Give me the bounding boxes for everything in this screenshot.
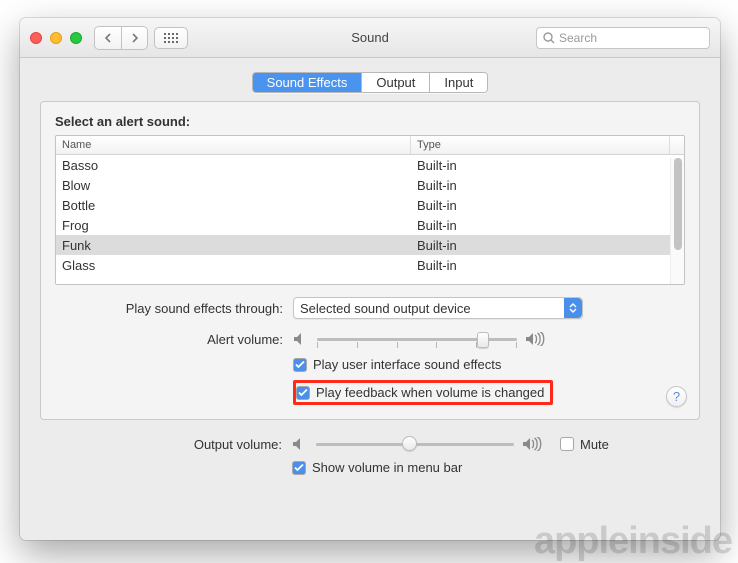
ui-sounds-row: Play user interface sound effects	[55, 357, 685, 372]
alert-volume-label: Alert volume:	[55, 332, 293, 347]
cell-type: Built-in	[411, 218, 684, 233]
mute-label: Mute	[580, 437, 609, 452]
speaker-high-icon	[525, 332, 545, 346]
scrollbar[interactable]	[670, 158, 684, 284]
output-volume-slider[interactable]	[316, 434, 514, 454]
scrollbar-thumb[interactable]	[674, 158, 682, 250]
cell-name: Bottle	[56, 198, 411, 213]
alert-sound-table[interactable]: Name Type BassoBuilt-inBlowBuilt-inBottl…	[55, 135, 685, 285]
content-area: Sound Effects Output Input Select an ale…	[20, 58, 720, 487]
cell-name: Glass	[56, 258, 411, 273]
volume-feedback-label: Play feedback when volume is changed	[316, 385, 544, 400]
close-window-button[interactable]	[30, 32, 42, 44]
check-icon	[294, 463, 304, 472]
play-through-label: Play sound effects through:	[55, 301, 293, 316]
sound-preferences-window: Sound Search Sound Effects Output Input …	[20, 18, 720, 540]
output-section: Output volume: Mute	[40, 420, 700, 475]
show-all-button[interactable]	[154, 27, 188, 49]
check-icon	[298, 388, 308, 397]
ui-sounds-checkbox[interactable]	[293, 358, 307, 372]
search-input[interactable]: Search	[536, 27, 710, 49]
mute-checkbox[interactable]	[560, 437, 574, 451]
table-header: Name Type	[56, 136, 684, 155]
help-button[interactable]: ?	[666, 386, 687, 407]
table-row[interactable]: BlowBuilt-in	[56, 175, 684, 195]
ui-sounds-label: Play user interface sound effects	[313, 357, 501, 372]
minimize-window-button[interactable]	[50, 32, 62, 44]
column-type[interactable]: Type	[411, 136, 670, 154]
tab-output[interactable]: Output	[361, 73, 429, 92]
play-through-value: Selected sound output device	[300, 301, 471, 316]
highlight-box: Play feedback when volume is changed	[293, 380, 553, 405]
cell-name: Funk	[56, 238, 411, 253]
grid-icon	[164, 33, 178, 43]
search-placeholder: Search	[559, 31, 597, 45]
nav-back-forward	[94, 26, 148, 50]
cell-type: Built-in	[411, 238, 684, 253]
select-stepper	[564, 298, 582, 318]
tab-input[interactable]: Input	[429, 73, 487, 92]
cell-name: Frog	[56, 218, 411, 233]
alert-volume-row: Alert volume:	[55, 329, 685, 349]
sound-effects-panel: Select an alert sound: Name Type BassoBu…	[40, 101, 700, 420]
cell-name: Blow	[56, 178, 411, 193]
play-through-row: Play sound effects through: Selected sou…	[55, 297, 685, 319]
search-icon	[543, 32, 555, 44]
chevron-right-icon	[131, 33, 139, 43]
menu-bar-row: Show volume in menu bar	[54, 460, 686, 475]
speaker-high-icon	[522, 437, 542, 451]
menu-bar-checkbox[interactable]	[292, 461, 306, 475]
zoom-window-button[interactable]	[70, 32, 82, 44]
output-volume-label: Output volume:	[54, 437, 292, 452]
cell-type: Built-in	[411, 258, 684, 273]
alert-volume-slider[interactable]	[317, 329, 517, 349]
column-spacer	[670, 136, 684, 154]
cell-type: Built-in	[411, 178, 684, 193]
chevron-left-icon	[104, 33, 112, 43]
column-name[interactable]: Name	[56, 136, 411, 154]
titlebar: Sound Search	[20, 18, 720, 58]
cell-type: Built-in	[411, 198, 684, 213]
cell-name: Basso	[56, 158, 411, 173]
table-row[interactable]: FunkBuilt-in	[56, 235, 684, 255]
forward-button[interactable]	[121, 27, 147, 49]
table-row[interactable]: FrogBuilt-in	[56, 215, 684, 235]
speaker-low-icon	[292, 437, 308, 451]
check-icon	[295, 360, 305, 369]
speaker-low-icon	[293, 332, 309, 346]
table-row[interactable]: BassoBuilt-in	[56, 155, 684, 175]
table-row[interactable]: BottleBuilt-in	[56, 195, 684, 215]
back-button[interactable]	[95, 27, 121, 49]
tabs: Sound Effects Output Input	[40, 72, 700, 93]
window-controls	[30, 32, 82, 44]
menu-bar-label: Show volume in menu bar	[312, 460, 462, 475]
play-through-select[interactable]: Selected sound output device	[293, 297, 583, 319]
tab-sound-effects[interactable]: Sound Effects	[253, 73, 362, 92]
volume-feedback-checkbox[interactable]	[296, 386, 310, 400]
chevron-down-icon	[569, 308, 577, 313]
alert-sound-heading: Select an alert sound:	[55, 114, 685, 129]
cell-type: Built-in	[411, 158, 684, 173]
volume-feedback-row: Play feedback when volume is changed	[55, 380, 685, 405]
table-row[interactable]: GlassBuilt-in	[56, 255, 684, 275]
output-volume-row: Output volume: Mute	[54, 434, 686, 454]
